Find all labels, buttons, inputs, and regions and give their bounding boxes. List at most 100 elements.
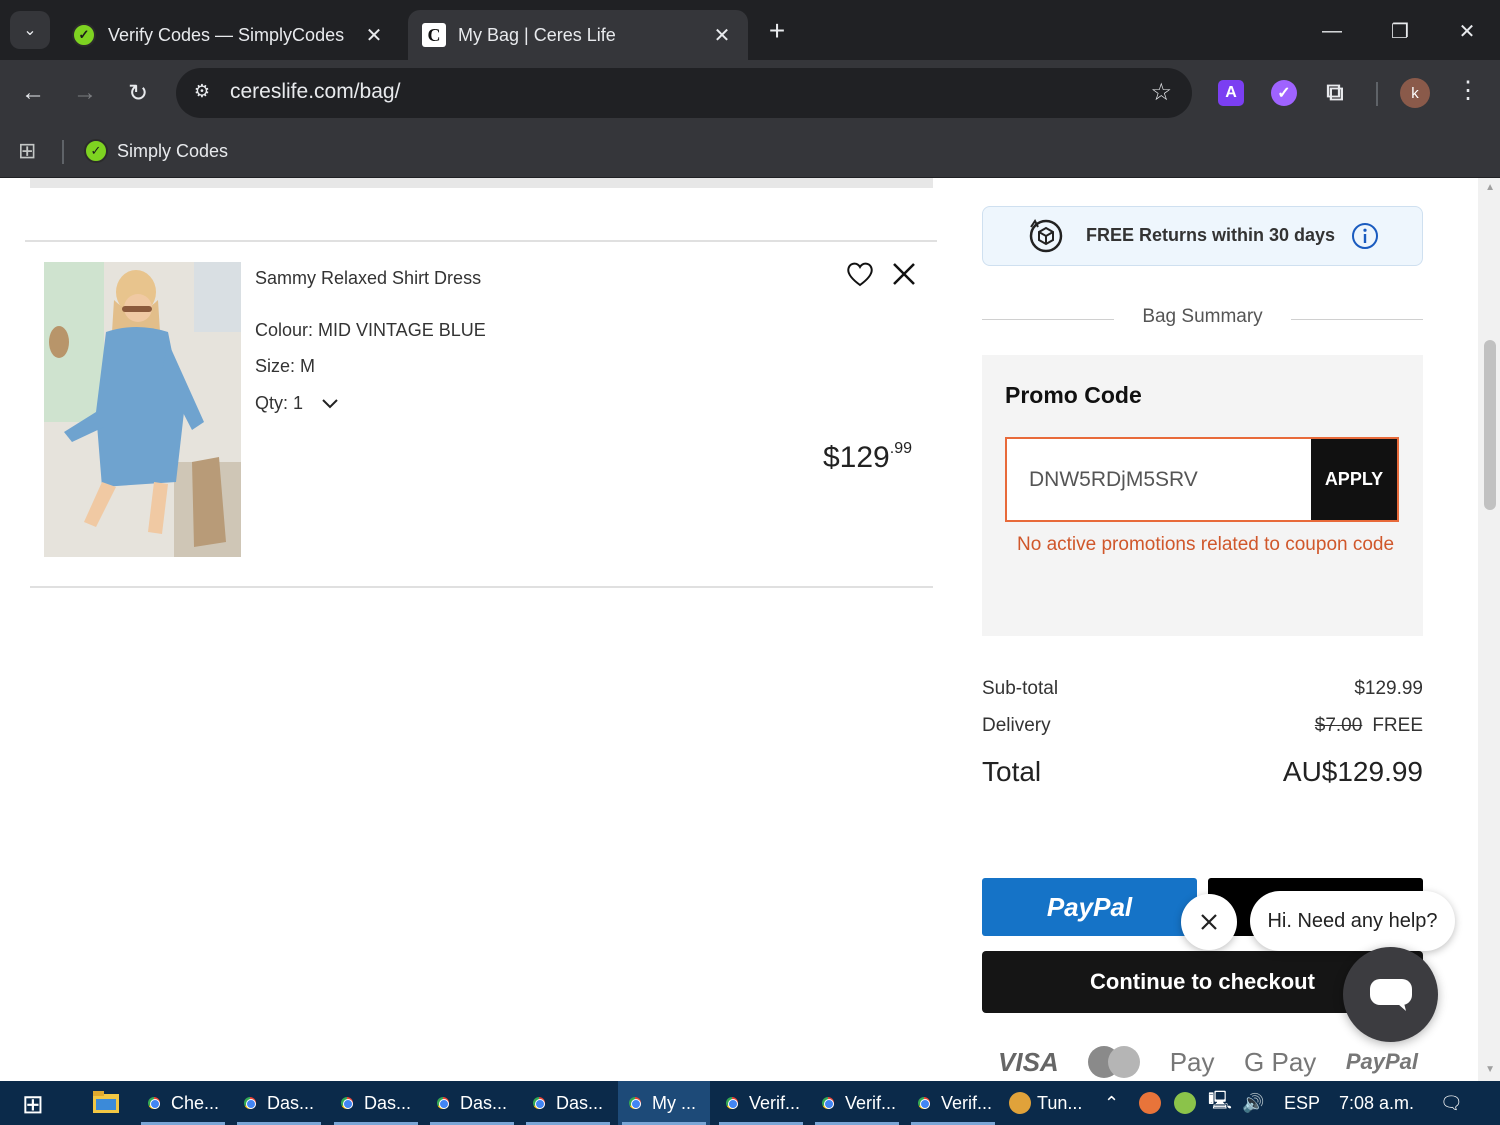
product-name[interactable]: Sammy Relaxed Shirt Dress: [255, 268, 481, 289]
tab-my-bag[interactable]: C My Bag | Ceres Life ✕: [408, 10, 748, 60]
apply-button[interactable]: APPLY: [1311, 439, 1397, 520]
chrome-icon: [817, 1092, 839, 1114]
taskbar-label: Das...: [460, 1092, 508, 1113]
volume-icon[interactable]: 🔊: [1242, 1081, 1264, 1125]
paypal-button[interactable]: PayPal: [982, 878, 1197, 936]
taskbar-item[interactable]: Verif...: [715, 1081, 807, 1125]
product-price: $129.99: [823, 440, 912, 475]
tray-overflow-icon[interactable]: ⌃: [1104, 1081, 1119, 1125]
minimize-button[interactable]: —: [1312, 14, 1352, 48]
chevron-down-icon: [322, 398, 338, 408]
notifications-icon[interactable]: 🗨: [1440, 1081, 1463, 1125]
total-label: Total: [982, 756, 1042, 787]
divider: [25, 240, 937, 242]
chrome-icon: [528, 1092, 550, 1114]
chat-greeting[interactable]: Hi. Need any help?: [1250, 891, 1455, 951]
url-text[interactable]: cereslife.com/bag/: [230, 80, 400, 104]
chrome-icon: [913, 1092, 935, 1114]
scroll-up-icon[interactable]: ▲: [1485, 182, 1495, 193]
delivery-free: FREE: [1372, 715, 1423, 736]
quantity-select[interactable]: Qty: 1: [255, 393, 339, 414]
more-menu-icon[interactable]: ⋮: [1456, 76, 1480, 105]
taskbar-item-active[interactable]: My ...: [618, 1081, 710, 1125]
chrome-icon: [432, 1092, 454, 1114]
clock[interactable]: 7:08 a.m.: [1339, 1081, 1414, 1125]
returns-text: FREE Returns within 30 days: [1086, 225, 1336, 245]
price-main: $129: [823, 441, 890, 474]
close-tab-icon[interactable]: ✕: [710, 23, 734, 48]
taskbar-item[interactable]: Das...: [522, 1081, 614, 1125]
chat-dismiss-button[interactable]: [1181, 894, 1237, 950]
close-tab-icon[interactable]: ✕: [362, 23, 386, 48]
new-tab-button[interactable]: +: [760, 14, 794, 48]
taskbar-item[interactable]: Das...: [330, 1081, 422, 1125]
paypal-logo: PayPal: [1345, 1049, 1418, 1074]
subtotal-value: $129.99: [1354, 678, 1423, 699]
chat-icon: [1369, 978, 1412, 1011]
divider: [30, 586, 933, 588]
chevron-down-icon: ⌄: [23, 22, 37, 39]
tray-green-icon: [1174, 1092, 1196, 1114]
close-icon: [1201, 914, 1217, 930]
taskbar-item[interactable]: Das...: [426, 1081, 518, 1125]
extensions-puzzle-icon[interactable]: ⧉: [1322, 79, 1348, 106]
forward-button[interactable]: →: [66, 74, 104, 112]
bookmark-simply-codes[interactable]: ✓ Simply Codes: [84, 136, 228, 166]
product-photo: [44, 262, 241, 557]
bookmark-star-icon[interactable]: ☆: [1150, 78, 1172, 107]
extension-simplycodes-icon[interactable]: ✓: [1271, 80, 1297, 106]
language-indicator[interactable]: ESP: [1284, 1081, 1320, 1125]
tab-strip: ⌄ ✓ Verify Codes — SimplyCodes ✕ C My Ba…: [0, 0, 1500, 60]
arrow-left-icon: ←: [21, 79, 45, 106]
extension-a-icon[interactable]: A: [1218, 80, 1244, 106]
taskbar-label: Verif...: [941, 1092, 993, 1113]
apple-pay-text: Pay: [1169, 1046, 1215, 1077]
network-icon[interactable]: 🖳: [1208, 1081, 1232, 1125]
payment-logos: VISA Pay G Pay PayPal: [998, 1044, 1418, 1080]
reload-button[interactable]: ↻: [119, 74, 157, 112]
scroll-down-icon[interactable]: ▼: [1485, 1064, 1495, 1075]
minimize-icon: —: [1322, 19, 1342, 42]
tab-verify-codes[interactable]: ✓ Verify Codes — SimplyCodes ✕: [58, 10, 400, 60]
toolbar-divider: [1376, 82, 1378, 106]
chrome-icon: [143, 1092, 165, 1114]
taskbar-item[interactable]: Verif...: [811, 1081, 903, 1125]
tray-app-icon[interactable]: [1139, 1081, 1161, 1125]
restore-icon: ❐: [1391, 20, 1409, 43]
bookmark-label: Simply Codes: [117, 140, 229, 161]
file-explorer-icon[interactable]: [92, 1089, 120, 1115]
taskbar-item[interactable]: Verif...: [907, 1081, 999, 1125]
heading-rule: [1291, 319, 1423, 320]
product-colour: Colour: MID VINTAGE BLUE: [255, 320, 486, 340]
taskbar-item[interactable]: Che...: [137, 1081, 229, 1125]
promo-code-input[interactable]: [1007, 439, 1313, 520]
info-icon[interactable]: [1351, 222, 1379, 250]
wishlist-button[interactable]: [845, 260, 875, 293]
reload-icon: ↻: [127, 79, 149, 107]
taskbar-item[interactable]: Das...: [233, 1081, 325, 1125]
bag-summary-label: Bag Summary: [1142, 306, 1263, 327]
taskbar-label: My ...: [652, 1092, 696, 1113]
apple-pay-logo: Pay: [1170, 1047, 1215, 1078]
address-bar[interactable]: ⚙ cereslife.com/bag/ ☆: [176, 68, 1192, 118]
total-value: AU$129.99: [1282, 756, 1423, 787]
taskbar-item[interactable]: Tun...: [1003, 1081, 1095, 1125]
back-button[interactable]: ←: [14, 74, 52, 112]
tray-app-icon[interactable]: [1174, 1081, 1196, 1125]
delivery-label: Delivery: [982, 715, 1051, 736]
chat-launcher-button[interactable]: [1343, 947, 1438, 1042]
scrollbar-thumb[interactable]: [1484, 340, 1496, 510]
profile-avatar[interactable]: k: [1400, 78, 1430, 108]
remove-item-button[interactable]: [890, 260, 918, 293]
restore-button[interactable]: ❐: [1380, 14, 1420, 48]
product-image[interactable]: [44, 262, 241, 557]
page-scrollbar[interactable]: ▲ ▼: [1478, 178, 1500, 1081]
start-menu-icon[interactable]: ⊞: [22, 1089, 44, 1120]
apps-grid-icon[interactable]: ⊞: [18, 138, 36, 164]
section-divider: [30, 178, 933, 188]
site-settings-icon[interactable]: ⚙: [190, 81, 214, 105]
tab-search-button[interactable]: ⌄: [10, 11, 50, 49]
browser-toolbar: ← → ↻ ⚙ cereslife.com/bag/ ☆ A ✓ ⧉ k ⋮: [0, 60, 1500, 126]
chrome-icon: [624, 1092, 646, 1114]
close-window-button[interactable]: ✕: [1447, 14, 1487, 48]
